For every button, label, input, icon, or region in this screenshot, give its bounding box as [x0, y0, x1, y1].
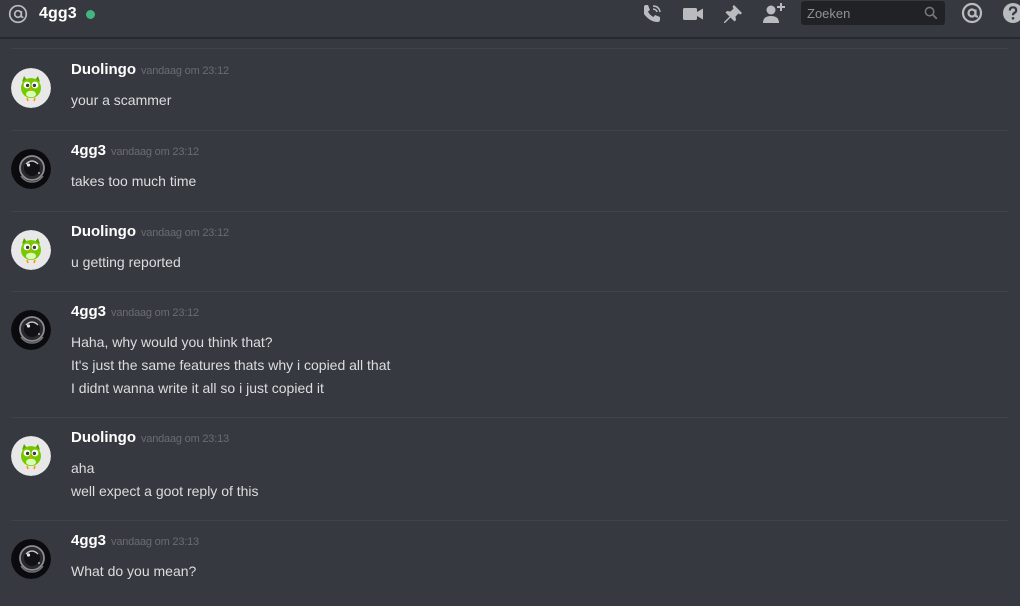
message-text: well expect a goot reply of this [71, 483, 259, 499]
message-list: Duolingo vandaag om 23:12 your a scammer … [0, 38, 1020, 606]
search-icon [924, 6, 938, 25]
message-text: aha [71, 460, 95, 476]
mentions-icon[interactable] [961, 2, 985, 26]
message-text: What do you mean? [71, 563, 197, 579]
timestamp: vandaag om 23:13 [140, 433, 229, 445]
message-text: your a scammer [71, 92, 172, 108]
search-box[interactable] [801, 1, 945, 25]
username[interactable]: 4gg3 [71, 303, 106, 320]
message-divider [11, 417, 1008, 418]
avatar[interactable] [11, 149, 51, 189]
username[interactable]: 4gg3 [71, 532, 106, 549]
online-status-dot [85, 10, 95, 19]
message-divider [11, 211, 1008, 212]
message-header: Duolingo vandaag om 23:13 [71, 429, 229, 447]
at-icon [8, 4, 28, 24]
message-text: takes too much time [71, 173, 197, 189]
timestamp: vandaag om 23:12 [140, 65, 229, 77]
channel-name: 4gg3 [39, 5, 77, 22]
phone-call-icon[interactable] [641, 3, 665, 27]
username[interactable]: Duolingo [71, 61, 136, 78]
message-header: 4gg3 vandaag om 23:13 [71, 532, 199, 550]
message-header: 4gg3 vandaag om 23:12 [71, 142, 199, 160]
message-divider [11, 520, 1008, 521]
username[interactable]: Duolingo [71, 429, 136, 446]
chat-header: 4gg3 [0, 0, 1020, 38]
timestamp: vandaag om 23:13 [111, 536, 199, 548]
message-divider [11, 48, 1008, 49]
message-text: I didnt wanna write it all so i just cop… [71, 380, 324, 396]
avatar[interactable] [11, 539, 51, 579]
username[interactable]: 4gg3 [71, 142, 106, 159]
avatar[interactable] [11, 230, 51, 270]
video-icon[interactable] [682, 3, 706, 27]
message-header: 4gg3 vandaag om 23:12 [71, 303, 199, 321]
timestamp: vandaag om 23:12 [111, 146, 199, 158]
channel-info: 4gg3 [8, 3, 95, 25]
timestamp: vandaag om 23:12 [111, 307, 199, 319]
message-divider [11, 130, 1008, 131]
message-header: Duolingo vandaag om 23:12 [71, 223, 229, 241]
search-input[interactable] [801, 1, 919, 25]
help-icon[interactable] [1002, 2, 1020, 26]
pin-icon[interactable] [722, 3, 746, 27]
add-friend-icon[interactable] [761, 1, 785, 25]
message-header: Duolingo vandaag om 23:12 [71, 61, 229, 79]
message-text: It's just the same features thats why i … [71, 357, 391, 373]
avatar[interactable] [11, 436, 51, 476]
message-divider [11, 291, 1008, 292]
message-text: Haha, why would you think that? [71, 334, 273, 350]
message-text: u getting reported [71, 254, 181, 270]
avatar[interactable] [11, 68, 51, 108]
avatar[interactable] [11, 310, 51, 350]
username[interactable]: Duolingo [71, 223, 136, 240]
timestamp: vandaag om 23:12 [140, 227, 229, 239]
